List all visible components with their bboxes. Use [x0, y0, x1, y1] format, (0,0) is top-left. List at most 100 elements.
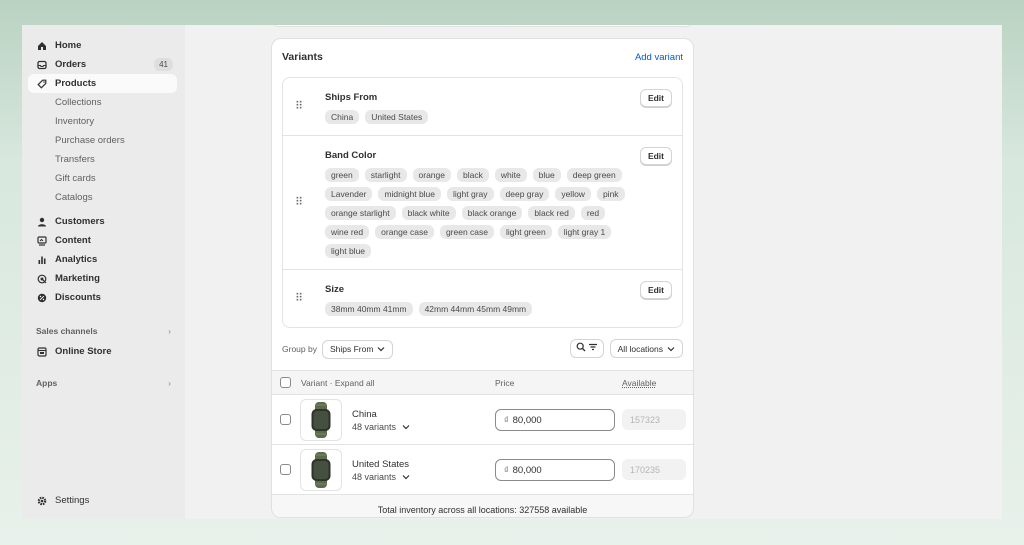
sales-channels-label: Sales channels — [36, 326, 98, 336]
drag-handle-icon[interactable]: ⠿ — [295, 101, 303, 112]
nav-collections[interactable]: Collections — [22, 93, 185, 112]
option-value-tag: white — [494, 168, 527, 182]
option-values: green starlight orange black white blue … — [325, 168, 625, 258]
option-value-tag: wine red — [325, 225, 370, 239]
sales-channels-section[interactable]: Sales channels › — [22, 323, 185, 339]
nav-products[interactable]: Products — [28, 74, 177, 93]
edit-option-button[interactable]: Edit — [639, 89, 672, 107]
option-value-tag: 38mm 40mm 41mm — [325, 302, 413, 316]
option-value-tag: light blue — [325, 244, 372, 258]
nav-inventory[interactable]: Inventory — [22, 112, 185, 131]
option-value-tag: red — [580, 206, 606, 220]
nav-settings[interactable]: Settings — [28, 491, 177, 510]
nav-products-label: Products — [55, 78, 97, 89]
locations-select[interactable]: All locations — [609, 339, 683, 358]
table-row[interactable]: United States 48 variants ₫ 80,000 17023… — [272, 445, 693, 495]
col-available-header[interactable]: Available — [622, 378, 656, 388]
available-field: 170235 — [622, 459, 686, 480]
gear-icon — [36, 495, 48, 507]
option-value-tag: pink — [596, 187, 625, 201]
nav-orders-label: Orders — [55, 59, 87, 70]
previous-card-edge — [271, 25, 694, 27]
nav-online-store[interactable]: Online Store — [28, 342, 177, 361]
chevron-down-icon — [667, 344, 675, 354]
group-by-value: Ships From — [329, 344, 374, 354]
nav-marketing[interactable]: Marketing — [28, 269, 177, 288]
option-values: 38mm 40mm 41mm 42mm 44mm 45mm 49mm — [325, 302, 625, 316]
nav-marketing-label: Marketing — [55, 273, 100, 284]
option-name: Size — [325, 284, 345, 295]
option-value-tag: deep gray — [499, 187, 550, 201]
variants-table-header: Variant · Expand all Price Available — [272, 370, 693, 395]
orders-count-badge: 41 — [154, 58, 173, 71]
price-value: 80,000 — [512, 414, 542, 426]
content-icon — [36, 235, 48, 247]
option-value-tag: light gray — [447, 187, 494, 201]
nav-transfers[interactable]: Transfers — [22, 150, 185, 169]
option-name: Band Color — [325, 150, 377, 161]
option-value-tag: black — [456, 168, 489, 182]
table-row[interactable]: China 48 variants ₫ 80,000 157323 — [272, 395, 693, 445]
nav-home-label: Home — [55, 40, 82, 51]
option-value-tag: light green — [500, 225, 552, 239]
nav-content[interactable]: Content — [28, 231, 177, 250]
col-price-header: Price — [495, 378, 515, 388]
tag-icon — [36, 78, 48, 90]
col-variant-header[interactable]: Variant · Expand all — [301, 378, 375, 388]
nav-home[interactable]: Home — [28, 36, 177, 55]
chevron-down-icon — [402, 425, 409, 430]
search-filter-button[interactable] — [569, 339, 604, 358]
inbox-icon — [36, 59, 48, 71]
select-all-checkbox[interactable] — [280, 377, 291, 388]
nav-content-label: Content — [55, 235, 91, 246]
option-value-tag: starlight — [364, 168, 407, 182]
option-value-tag: deep green — [566, 168, 622, 182]
edit-option-button[interactable]: Edit — [639, 147, 672, 165]
option-values: China United States — [325, 110, 625, 124]
nav-customers[interactable]: Customers — [28, 212, 177, 231]
drag-handle-icon[interactable]: ⠿ — [295, 197, 303, 208]
apps-section[interactable]: Apps › — [22, 375, 185, 391]
option-value-tag: black orange — [461, 206, 523, 220]
option-value-tag: green case — [439, 225, 494, 239]
drag-handle-icon[interactable]: ⠿ — [295, 293, 303, 304]
row-checkbox[interactable] — [280, 464, 291, 475]
group-by-select[interactable]: Ships From — [321, 339, 394, 359]
discount-icon — [36, 292, 48, 304]
option-value-tag: black red — [528, 206, 575, 220]
option-value-tag: Lavender — [325, 187, 373, 201]
product-thumbnail — [300, 449, 342, 491]
nav-catalogs[interactable]: Catalogs — [22, 188, 185, 207]
nav-orders[interactable]: Orders 41 — [28, 55, 177, 74]
edit-option-button[interactable]: Edit — [639, 281, 672, 299]
variant-count-label: 48 variants — [352, 422, 397, 432]
chevron-right-icon: › — [168, 326, 171, 336]
options-list: ⠿ Ships From Edit China United States ⠿ … — [282, 77, 683, 328]
option-value-tag: orange starlight — [325, 206, 396, 220]
variant-count-toggle[interactable]: 48 variants — [352, 472, 410, 482]
option-value-tag: 42mm 44mm 45mm 49mm — [418, 302, 533, 316]
row-checkbox[interactable] — [280, 414, 291, 425]
add-variant-link[interactable]: Add variant — [635, 52, 683, 63]
inventory-total: Total inventory across all locations: 32… — [272, 495, 693, 517]
price-input[interactable]: ₫ 80,000 — [495, 409, 615, 431]
nav-customers-label: Customers — [55, 216, 105, 227]
nav-gift-cards[interactable]: Gift cards — [22, 169, 185, 188]
currency-symbol: ₫ — [504, 415, 509, 425]
nav-analytics-label: Analytics — [55, 254, 98, 265]
price-input[interactable]: ₫ 80,000 — [495, 459, 615, 481]
nav-discounts[interactable]: Discounts — [28, 288, 177, 307]
nav-settings-label: Settings — [55, 495, 90, 506]
nav-analytics[interactable]: Analytics — [28, 250, 177, 269]
variants-card: Variants Add variant ⠿ Ships From Edit C… — [271, 38, 694, 518]
nav-purchase-orders[interactable]: Purchase orders — [22, 131, 185, 150]
option-size: ⠿ Size Edit 38mm 40mm 41mm 42mm 44mm 45m… — [283, 270, 682, 327]
option-value-tag: blue — [532, 168, 561, 182]
option-value-tag: light gray 1 — [557, 225, 612, 239]
currency-symbol: ₫ — [504, 465, 509, 475]
home-icon — [36, 40, 48, 52]
variants-card-header: Variants Add variant — [272, 39, 693, 75]
price-value: 80,000 — [512, 464, 542, 476]
variants-title: Variants — [282, 51, 323, 63]
variant-count-toggle[interactable]: 48 variants — [352, 422, 410, 432]
